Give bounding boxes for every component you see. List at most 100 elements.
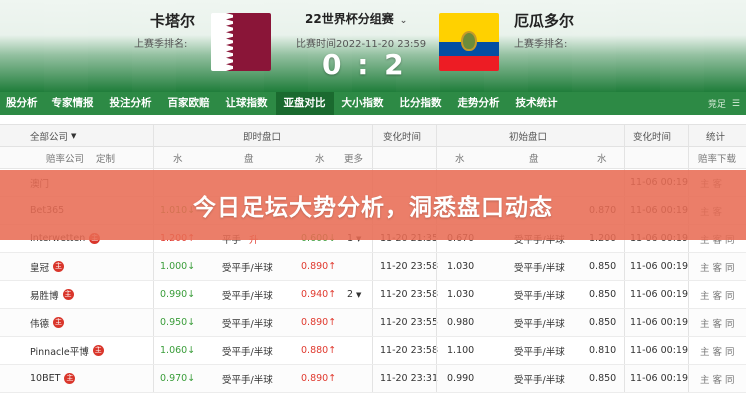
banner-title: 今日足坛大势分析，洞悉盘口动态 — [193, 195, 553, 221]
chevron-down-icon[interactable]: ⌄ — [400, 16, 408, 26]
subheader-water1: 水 — [173, 153, 183, 165]
table-header: 全部公司 ▼ 即时盘口 变化时间 初始盘口 变化时间 统计 — [0, 124, 746, 147]
tab-right-tools: 竞足 ☰ — [708, 97, 746, 111]
subheader-custom[interactable]: 定制 — [96, 147, 115, 168]
initial-water-away: 0.850 — [589, 317, 617, 328]
home-badge-icon: 主 — [53, 317, 65, 328]
subheader-water3: 水 — [455, 153, 465, 165]
header-change-time-2: 变化时间 — [633, 131, 672, 143]
caret-down-icon: ▼ — [71, 131, 77, 140]
live-water-home: 0.990 ↓ — [160, 289, 196, 300]
live-handicap: 受平手/半球 — [222, 290, 273, 302]
initial-handicap: 受平手/半球 — [514, 374, 565, 386]
tab-stock-analysis[interactable]: 股分析 — [0, 92, 44, 115]
initial-water-home: 1.030 — [447, 289, 475, 300]
initial-water-away: 0.850 — [589, 261, 617, 272]
initial-change-time: 11-06 00:19 — [630, 261, 689, 272]
initial-change-time: 11-06 00:19 — [630, 345, 689, 356]
stats-links[interactable]: 主 客 同 — [700, 281, 735, 308]
initial-water-home: 1.030 — [447, 261, 475, 272]
ecuador-flag-icon — [439, 13, 499, 71]
initial-change-time: 11-06 00:19 — [630, 373, 689, 384]
live-water-home: 0.950 ↓ — [160, 317, 196, 328]
home-badge-icon: 主 — [92, 345, 104, 356]
live-water-away: 0.880 ↑ — [301, 345, 337, 356]
table-row[interactable]: Pinnacle平博主 1.060 ↓ 受平手/半球 0.880 ↑ 11-20 23:58… — [0, 337, 746, 365]
home-team-name[interactable]: 卡塔尔 — [150, 10, 195, 31]
company-name[interactable]: Pinnacle平博主 — [30, 337, 104, 364]
company-name[interactable]: 伟德主 — [30, 309, 65, 336]
table-subheader: 赔率公司 定制 水 盘 水 更多 水 盘 水 赔率下载 — [0, 147, 746, 169]
initial-change-time: 11-06 00:19 — [630, 289, 689, 300]
company-name[interactable]: 皇冠主 — [30, 253, 65, 280]
caret-down-icon: ▼ — [356, 290, 362, 299]
header-change-time: 变化时间 — [383, 131, 422, 143]
initial-water-away: 0.810 — [589, 345, 617, 356]
table-row[interactable]: 皇冠主 1.000 ↓ 受平手/半球 0.890 ↑ 11-20 23:58 1.030 受平手… — [0, 253, 746, 281]
subheader-rate: 赔率公司 — [46, 153, 85, 165]
analysis-tabbar: 股分析 专家情报 投注分析 百家欧赔 让球指数 亚盘对比 大小指数 比分指数 走… — [0, 92, 746, 115]
home-badge-icon: 主 — [64, 373, 76, 384]
initial-water-home: 1.100 — [447, 345, 475, 356]
subheader-water4: 水 — [597, 153, 607, 165]
away-team-rank: 上赛季排名: — [514, 39, 568, 50]
menu-icon[interactable]: ☰ — [732, 99, 740, 109]
tab-euro-odds[interactable]: 百家欧赔 — [160, 92, 218, 115]
tab-expert-info[interactable]: 专家情报 — [44, 92, 102, 115]
company-name[interactable]: 易胜博主 — [30, 281, 74, 308]
home-badge-icon: 主 — [62, 289, 74, 300]
subheader-download[interactable]: 赔率下载 — [698, 147, 736, 168]
change-time: 11-20 23:31 — [380, 373, 439, 384]
more-dropdown[interactable]: 2 ▼ — [347, 281, 361, 308]
change-time: 11-20 23:55 — [380, 317, 439, 328]
live-water-away: 0.890 ↑ — [301, 261, 337, 272]
tab-betting-analysis[interactable]: 投注分析 — [102, 92, 160, 115]
live-handicap: 受平手/半球 — [222, 262, 273, 274]
header-initial: 初始盘口 — [509, 131, 548, 143]
tab-over-under[interactable]: 大小指数 — [334, 92, 392, 115]
live-water-home: 1.000 ↓ — [160, 261, 196, 272]
initial-handicap: 受平手/半球 — [514, 346, 565, 358]
stats-links[interactable]: 主 客 同 — [700, 253, 735, 280]
jingzu-link[interactable]: 竞足 — [708, 97, 726, 110]
subheader-water2: 水 — [315, 153, 325, 165]
initial-handicap: 受平手/半球 — [514, 290, 565, 302]
stats-links[interactable]: 主 客 同 — [700, 337, 735, 364]
live-water-away: 0.890 ↑ — [301, 317, 337, 328]
stats-links[interactable]: 主 客 同 — [700, 365, 735, 392]
table-row[interactable]: 易胜博主 0.990 ↓ 受平手/半球 0.940 ↑ 2 ▼ 11-20 23:58 1.030… — [0, 281, 746, 309]
live-handicap: 受平手/半球 — [222, 346, 273, 358]
header-live: 即时盘口 — [243, 131, 282, 143]
change-time: 11-20 23:58 — [380, 345, 439, 356]
company-name[interactable]: 10BET 主 — [30, 365, 76, 392]
initial-water-home: 0.990 — [447, 373, 475, 384]
tab-asian-handicap[interactable]: 亚盘对比 — [275, 92, 334, 115]
live-water-home: 1.060 ↓ — [160, 345, 196, 356]
live-handicap: 受平手/半球 — [222, 318, 273, 330]
subheader-more[interactable]: 更多 — [344, 147, 363, 168]
live-water-away: 0.940 ↑ — [301, 289, 337, 300]
match-score: 0 : 2 — [322, 48, 407, 81]
table-row[interactable]: 10BET 主 0.970 ↓ 受平手/半球 0.890 ↑ 11-20 23:31 0.990… — [0, 365, 746, 393]
change-time: 11-20 23:58 — [380, 289, 439, 300]
live-handicap: 受平手/半球 — [222, 374, 273, 386]
initial-handicap: 受平手/半球 — [514, 262, 565, 274]
live-water-home: 0.970 ↓ — [160, 373, 196, 384]
odds-table: 全部公司 ▼ 即时盘口 变化时间 初始盘口 变化时间 统计 赔率公司 定制 水 盘… — [0, 124, 746, 393]
home-team-rank: 上赛季排名: — [134, 39, 188, 50]
away-team-name[interactable]: 厄瓜多尔 — [514, 10, 574, 31]
home-badge-icon: 主 — [53, 261, 65, 272]
match-competition-title[interactable]: 22世界杯分组赛 ⌄ — [305, 10, 407, 27]
initial-water-away: 0.850 — [589, 373, 617, 384]
company-filter[interactable]: 全部公司 ▼ — [30, 125, 76, 146]
tab-trend-analysis[interactable]: 走势分析 — [450, 92, 508, 115]
initial-water-away: 0.850 — [589, 289, 617, 300]
tab-score-index[interactable]: 比分指数 — [392, 92, 450, 115]
tab-handicap-index[interactable]: 让球指数 — [218, 92, 276, 115]
qatar-flag-icon — [211, 13, 271, 71]
stats-links[interactable]: 主 客 同 — [700, 309, 735, 336]
headline-banner: 今日足坛大势分析，洞悉盘口动态 — [0, 170, 746, 240]
subheader-pan2: 盘 — [529, 153, 539, 165]
tab-tech-stats[interactable]: 技术统计 — [508, 92, 566, 115]
table-row[interactable]: 伟德主 0.950 ↓ 受平手/半球 0.890 ↑ 11-20 23:55 0.980 受平手… — [0, 309, 746, 337]
